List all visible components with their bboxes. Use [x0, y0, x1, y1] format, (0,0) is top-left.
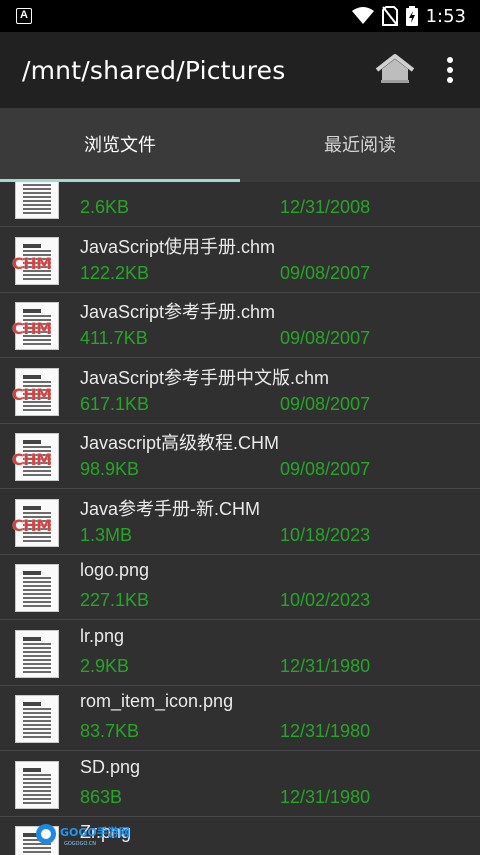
file-row[interactable]: rom_item_icon.png 83.7KB 12/31/1980 [0, 686, 480, 751]
file-size: 98.9KB [80, 459, 140, 479]
file-row[interactable]: 2.6KB 12/31/2008 [0, 182, 480, 227]
file-name: Javascript高级教程.CHM [80, 433, 280, 453]
watermark-logo: GOGO手游网 GOGOGO.CN [36, 824, 130, 847]
battery-charging-icon [405, 6, 418, 26]
watermark-url: GOGOGO.CN [64, 841, 96, 847]
wifi-icon [351, 7, 374, 24]
app-notification-icon: A [16, 8, 32, 24]
file-date: 09/08/2007 [280, 262, 371, 283]
file-size: 122.2KB [80, 262, 150, 283]
file-date: 12/31/1980 [280, 721, 371, 741]
file-date: 09/08/2007 [280, 393, 371, 414]
file-row[interactable]: CHM Javascript高级教程.CHM 98.9KB 09/08/2007 [0, 424, 480, 489]
watermark-text: GOGO手游网 [60, 825, 130, 839]
file-size: 617.1KB [80, 393, 150, 414]
chm-badge: CHM [12, 319, 52, 338]
file-date: 12/31/2008 [280, 197, 371, 217]
file-name: JavaScript参考手册.chm [80, 302, 276, 322]
file-list[interactable]: 2.6KB 12/31/2008 CHM JavaScript使用手册.chm 122.… [0, 182, 480, 855]
tab-recent-reading[interactable]: 最近阅读 [240, 108, 480, 182]
chm-file-icon: CHM [12, 302, 59, 350]
tab-browse-files[interactable]: 浏览文件 [0, 108, 240, 182]
file-size: 2.9KB [80, 655, 130, 676]
file-name: JavaScript使用手册.chm [80, 236, 276, 257]
document-file-icon [15, 629, 59, 678]
chm-file-icon: CHM [12, 433, 59, 481]
chm-badge: CHM [12, 384, 52, 404]
status-icons: 1:53 [351, 0, 466, 32]
file-name: Java参考手册-新.CHM [80, 498, 261, 519]
file-size: 411.7KB [80, 328, 148, 348]
file-date: 09/08/2007 [280, 459, 371, 479]
file-name: rom_item_icon.png [80, 691, 234, 711]
file-row[interactable]: CHM JavaScript使用手册.chm 122.2KB 09/08/2007 [0, 228, 480, 293]
chm-file-icon: CHM [12, 236, 59, 285]
clock: 1:53 [425, 5, 466, 27]
file-date: 10/18/2023 [280, 524, 371, 545]
path-title: /mnt/shared/Pictures [22, 56, 286, 85]
document-file-icon [15, 760, 59, 809]
chm-badge: CHM [12, 515, 52, 535]
status-bar: A 1:53 [0, 0, 480, 32]
chm-badge: CHM [12, 253, 52, 273]
file-size: 1.3MB [80, 524, 133, 545]
file-name: JavaScript参考手册中文版.chm [80, 367, 330, 388]
chm-file-icon: CHM [12, 498, 59, 547]
file-size: 83.7KB [80, 721, 140, 741]
file-row[interactable]: CHM Java参考手册-新.CHM 1.3MB 10/18/2023 [0, 490, 480, 555]
chm-badge: CHM [12, 450, 52, 469]
home-icon[interactable] [374, 52, 416, 88]
document-file-icon [15, 695, 59, 743]
file-row[interactable]: SD.png 863B 12/31/1980 [0, 752, 480, 817]
tab-bar: 浏览文件 最近阅读 [0, 108, 480, 182]
file-name: SD.png [80, 756, 141, 777]
file-row[interactable]: lr.png 2.9KB 12/31/1980 [0, 621, 480, 686]
file-size: 2.6KB [80, 197, 130, 217]
document-file-icon [15, 182, 59, 219]
file-row[interactable]: logo.png 227.1KB 10/02/2023 [0, 555, 480, 620]
chm-file-icon: CHM [12, 367, 59, 416]
file-row[interactable]: CHM JavaScript参考手册中文版.chm 617.1KB 09/08/200… [0, 359, 480, 424]
file-date: 09/08/2007 [280, 328, 371, 348]
file-date: 12/31/1980 [280, 786, 371, 807]
app-toolbar: /mnt/shared/Pictures [0, 32, 480, 108]
file-name: logo.png [80, 560, 150, 580]
file-date: 10/02/2023 [280, 590, 371, 610]
file-name: lr.png [80, 625, 125, 646]
file-date: 12/31/1980 [280, 655, 371, 676]
file-size: 863B [80, 786, 123, 807]
no-sim-icon [381, 6, 398, 26]
overflow-menu-icon[interactable] [440, 54, 460, 86]
file-row[interactable]: CHM JavaScript参考手册.chm 411.7KB 09/08/2007 [0, 293, 480, 358]
document-file-icon [15, 564, 59, 612]
file-size: 227.1KB [80, 590, 150, 610]
